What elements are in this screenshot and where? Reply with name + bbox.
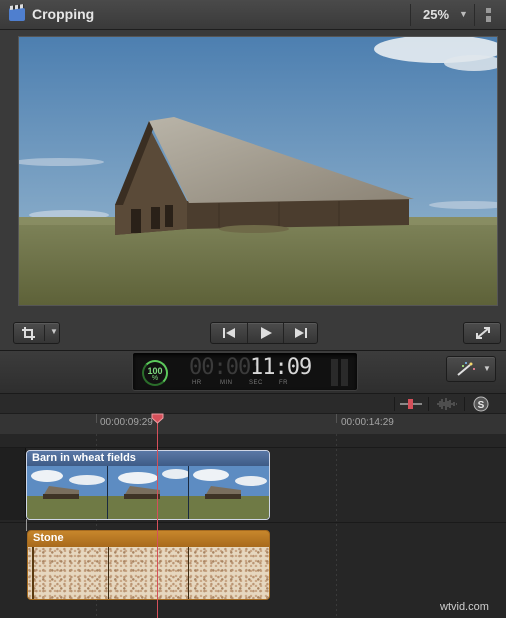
chevron-down-icon: ▼ [483, 364, 491, 373]
previous-frame-button[interactable] [211, 323, 247, 343]
viewer-title: Cropping [32, 6, 95, 22]
chevron-down-icon: ▼ [50, 327, 58, 336]
ruler-label: 00:00:09:29 [100, 417, 153, 428]
playhead-handle[interactable] [151, 413, 164, 424]
zoom-slider-icon[interactable] [400, 398, 422, 410]
clip-connection-line [26, 519, 27, 531]
audio-waveform-icon[interactable] [436, 397, 458, 411]
clip-name: Barn in wheat fields [27, 451, 269, 466]
connected-clip[interactable]: Stone [27, 530, 270, 600]
ruler-label: 00:00:14:29 [341, 417, 394, 428]
next-frame-button[interactable] [283, 323, 319, 343]
clip-thumbnail [108, 547, 190, 599]
clip-thumbnail [27, 466, 108, 519]
watermark-text: wtvid.com [440, 601, 489, 613]
chevron-down-icon: ▼ [459, 9, 468, 19]
timecode-value: 11:09 [250, 355, 312, 380]
transport-controls [210, 322, 318, 344]
clip-name: Stone [28, 531, 269, 547]
clip-thumbnail [189, 547, 269, 599]
timecode-label-hr: HR [192, 380, 202, 386]
timecode-label-sec: SEC [249, 380, 263, 386]
magic-wand-icon [457, 362, 475, 376]
clip-thumbnail [28, 547, 109, 599]
zoom-dropdown[interactable]: 25% ▼ [410, 4, 472, 26]
timecode-display[interactable]: 100 % 00:00: 11:09 HR MIN SEC FR [132, 352, 358, 391]
previous-frame-icon [223, 328, 235, 338]
background-tasks-gauge[interactable]: 100 % [142, 360, 168, 386]
video-clip[interactable]: Barn in wheat fields [26, 450, 270, 520]
fullscreen-icon [476, 327, 490, 339]
play-button[interactable] [247, 323, 283, 343]
timecode-label-fr: FR [279, 380, 288, 386]
play-icon [261, 327, 272, 339]
next-frame-icon [295, 328, 307, 338]
view-options-button[interactable] [474, 4, 500, 26]
svg-text:S: S [478, 400, 485, 411]
clip-filmstrip [27, 466, 269, 519]
audio-meter [331, 359, 349, 386]
timeline-ruler[interactable]: 00:00:09:29 00:00:14:29 [0, 414, 506, 434]
clip-thumbnail [189, 466, 269, 519]
timecode-label-min: MIN [220, 380, 233, 386]
track-separator [0, 522, 506, 523]
playhead[interactable] [157, 418, 158, 618]
snapping-icon[interactable]: S [472, 396, 490, 412]
crop-icon [22, 327, 35, 340]
clip-filmstrip [28, 547, 269, 599]
viewer-title-bar: Cropping 25% ▼ [0, 0, 506, 30]
crop-menu-button[interactable]: ▼ [13, 322, 60, 344]
clapper-icon [9, 8, 25, 21]
enhancements-button[interactable]: ▼ [446, 356, 496, 382]
gauge-unit: % [151, 375, 159, 382]
zoom-value: 25% [423, 7, 450, 22]
barn-video-frame [19, 37, 497, 305]
clip-thumbnail [108, 466, 189, 519]
primary-storyline-edge [0, 448, 26, 520]
view-options-icon [486, 8, 491, 22]
fullscreen-button[interactable] [463, 322, 501, 344]
video-preview[interactable] [18, 36, 498, 306]
track-separator [0, 447, 506, 448]
timeline-toolbar: S [0, 394, 506, 414]
